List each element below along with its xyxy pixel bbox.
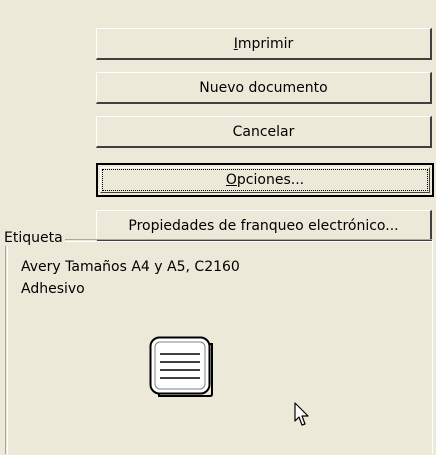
print-button[interactable]: Imprimir — [96, 28, 432, 60]
mouse-pointer-icon-graphic — [294, 402, 309, 426]
new-document-button-label: Nuevo documento — [199, 79, 328, 96]
mouse-pointer-icon — [294, 402, 312, 428]
label-group-title: Etiqueta — [3, 230, 65, 246]
print-button-label: Imprimir — [233, 35, 294, 52]
electronic-postage-properties-label: Propiedades de franqueo electrónico... — [128, 217, 399, 234]
cancel-button-label: Cancelar — [232, 123, 295, 140]
label-sheet-icon[interactable] — [149, 336, 215, 398]
options-button-focus-ring — [102, 169, 428, 191]
label-type-text: Adhesivo — [21, 281, 85, 297]
label-vendor-text: Avery Tamaños A4 y A5, C2160 — [21, 259, 240, 275]
cancel-button[interactable]: Cancelar — [96, 116, 432, 148]
electronic-postage-properties-button[interactable]: Propiedades de franqueo electrónico... — [96, 210, 432, 242]
options-button[interactable]: Opciones... — [96, 163, 434, 197]
new-document-button[interactable]: Nuevo documento — [96, 72, 432, 104]
label-sheet-icon-graphic — [149, 336, 213, 397]
